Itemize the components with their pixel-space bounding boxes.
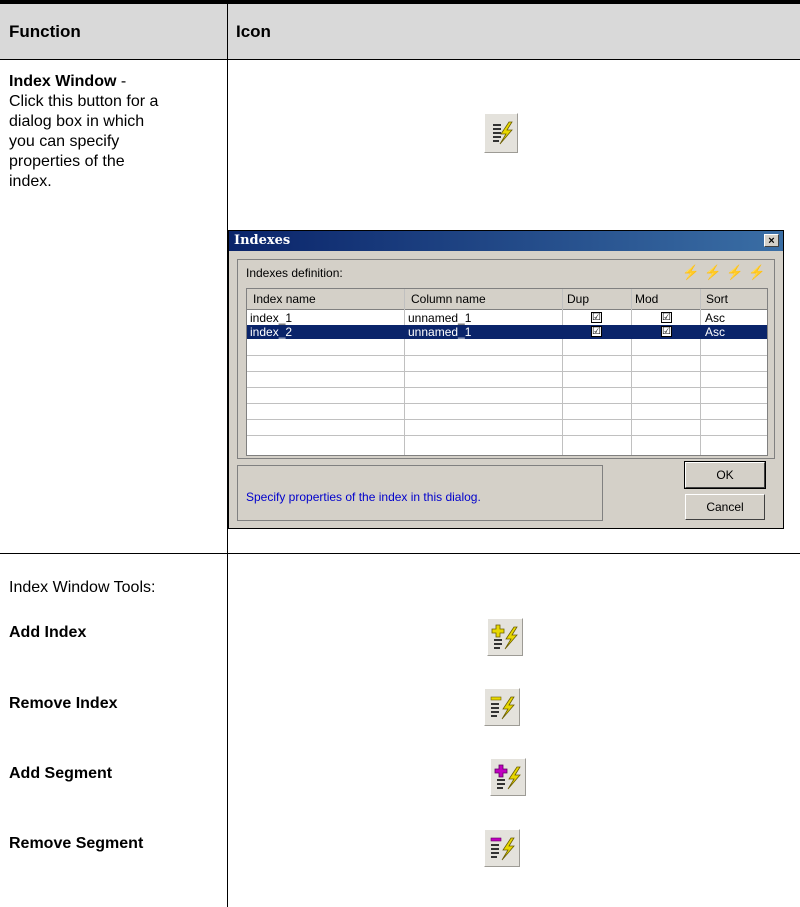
remove-index-icon[interactable] [484, 688, 520, 726]
dialog-title: Indexes [234, 233, 291, 248]
group-label: Indexes definition: [246, 266, 343, 280]
ok-button[interactable]: OK [684, 461, 766, 489]
indexes-dialog: Indexes × Indexes definition: ⚡ ⚡ ⚡ ⚡ In… [228, 230, 784, 529]
dialog-title-bar: Indexes × [229, 231, 783, 251]
header-column-divider [227, 4, 228, 59]
grid-row-line [247, 403, 767, 404]
close-icon[interactable]: × [764, 234, 779, 247]
index-window-separator: - [116, 73, 127, 90]
add-index-icon[interactable] [487, 618, 523, 656]
cell-sort: Asc [705, 311, 726, 325]
table-header [0, 4, 800, 59]
add-index-icon[interactable]: ⚡ [682, 264, 700, 281]
index-window-desc-line: Click this button for a [9, 93, 159, 110]
add-segment-icon[interactable] [490, 758, 526, 796]
header-rule [0, 59, 800, 60]
remove-index-icon[interactable]: ⚡ [704, 264, 722, 281]
dialog-toolbar: ⚡ ⚡ ⚡ ⚡ [682, 264, 766, 281]
cell-column-name: unnamed_1 [408, 325, 472, 339]
dup-checkbox[interactable]: ☑ [591, 326, 602, 337]
index-window-desc-line: properties of the [9, 153, 125, 170]
mod-checkbox[interactable]: ☑ [661, 312, 672, 323]
remove-segment-icon[interactable]: ⚡ [748, 264, 766, 281]
col-column-name[interactable]: Column name [411, 292, 486, 306]
table-row[interactable]: index_2 unnamed_1 ☑ ☑ Asc [247, 325, 767, 339]
icon-column-header: Icon [236, 22, 271, 41]
grid-row-line [247, 387, 767, 388]
add-segment-icon[interactable]: ⚡ [726, 264, 744, 281]
tools-heading: Index Window Tools: [9, 579, 156, 596]
index-lightning-icon[interactable] [484, 113, 518, 153]
index-window-desc-line: index. [9, 173, 52, 190]
mod-checkbox[interactable]: ☑ [661, 326, 672, 337]
message-box: Specify properties of the index in this … [237, 465, 603, 521]
col-index-name[interactable]: Index name [253, 292, 316, 306]
add-index-label: Add Index [9, 624, 87, 641]
cell-index-name: index_2 [250, 325, 293, 339]
add-segment-label: Add Segment [9, 765, 113, 782]
col-mod[interactable]: Mod [635, 292, 658, 306]
col-sort[interactable]: Sort [706, 292, 728, 306]
index-window-desc-line: you can specify [9, 133, 120, 150]
grid-row-line [247, 435, 767, 436]
function-column-header: Function [9, 22, 81, 41]
remove-segment-icon[interactable] [484, 829, 520, 867]
remove-segment-label: Remove Segment [9, 835, 144, 852]
index-window-cell: Index Window - Click this button for a d… [9, 72, 219, 192]
grid-header: Index name Column name Dup Mod Sort [247, 289, 767, 310]
grid-row-line [247, 355, 767, 356]
cell-column-name: unnamed_1 [408, 311, 472, 325]
remove-index-label: Remove Index [9, 695, 118, 712]
grid-row-line [247, 419, 767, 420]
dialog-message: Specify properties of the index in this … [246, 490, 481, 504]
row-rule [0, 553, 800, 554]
index-window-desc-line: dialog box in which [9, 113, 145, 130]
table-row[interactable]: index_1 unnamed_1 ☑ ☑ Asc [247, 311, 767, 325]
grid-row-line [247, 371, 767, 372]
indexes-grid: Index name Column name Dup Mod Sort inde… [246, 288, 768, 456]
index-window-title: Index Window [9, 73, 117, 90]
col-dup[interactable]: Dup [567, 292, 589, 306]
indexes-definition-group: Indexes definition: ⚡ ⚡ ⚡ ⚡ Index name C… [237, 259, 775, 459]
cell-sort: Asc [705, 325, 726, 339]
cell-index-name: index_1 [250, 311, 293, 325]
dup-checkbox[interactable]: ☑ [591, 312, 602, 323]
cancel-button[interactable]: Cancel [685, 494, 765, 520]
